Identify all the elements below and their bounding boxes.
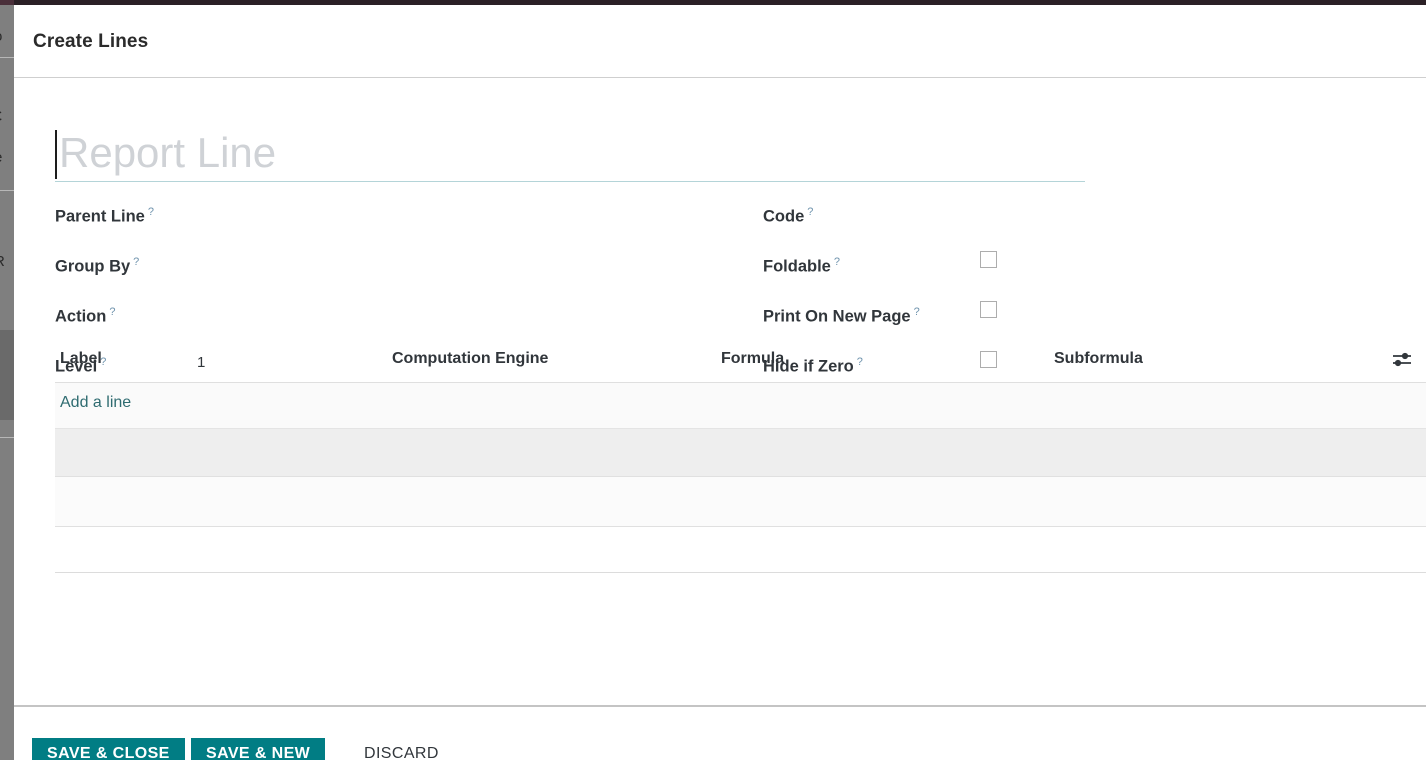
label-text: Group By	[55, 257, 131, 276]
backdrop-glyph-fragment: R	[0, 253, 5, 270]
report-line-name-input[interactable]: Report Line	[55, 126, 1085, 182]
discard-button[interactable]: DISCARD	[352, 738, 451, 760]
report-line-name-placeholder: Report Line	[59, 129, 277, 176]
field-label-code: Code?	[763, 201, 813, 228]
sliders-icon[interactable]	[1391, 349, 1413, 369]
field-code[interactable]: Code?	[763, 201, 1383, 251]
backdrop-divider	[0, 57, 14, 58]
field-label-print-on-new-page: Print On New Page?	[763, 301, 920, 328]
table-row[interactable]	[55, 477, 1426, 527]
label-text: Code	[763, 207, 805, 226]
help-icon[interactable]: ?	[133, 256, 139, 268]
column-header-computation-engine[interactable]: Computation Engine	[392, 350, 548, 368]
column-header-label[interactable]: Label	[60, 350, 102, 368]
add-a-line-link[interactable]: Add a line	[60, 394, 131, 412]
table-row	[55, 527, 1426, 573]
table-row[interactable]	[55, 429, 1426, 477]
label-text: Parent Line	[55, 207, 145, 226]
field-label-action: Action?	[55, 301, 115, 328]
backdrop-glyph-fragment: e	[0, 149, 2, 166]
help-icon[interactable]: ?	[834, 256, 840, 268]
dialog-footer: SAVE & CLOSE SAVE & NEW DISCARD	[14, 705, 1426, 760]
field-foldable[interactable]: Foldable?	[763, 251, 1383, 301]
text-caret	[55, 130, 57, 179]
create-lines-dialog: Create Lines Report Line Parent Line? Gr…	[14, 5, 1426, 760]
field-label-group-by: Group By?	[55, 251, 139, 278]
backdrop-divider	[0, 437, 14, 438]
field-label-parent-line: Parent Line?	[55, 201, 154, 228]
save-and-new-button[interactable]: SAVE & NEW	[191, 738, 326, 760]
label-text: Print On New Page	[763, 307, 911, 326]
help-icon[interactable]: ?	[148, 206, 154, 218]
top-bar-accent	[0, 0, 14, 5]
dialog-header: Create Lines	[14, 5, 1426, 78]
foldable-checkbox[interactable]	[980, 251, 997, 268]
dialog-body: Report Line Parent Line? Group By? Actio…	[14, 79, 1426, 705]
column-header-subformula[interactable]: Subformula	[1054, 350, 1143, 368]
backdrop-shade	[0, 330, 14, 420]
label-text: Action	[55, 307, 107, 326]
save-and-close-button[interactable]: SAVE & CLOSE	[32, 738, 185, 760]
backdrop-divider	[0, 190, 14, 191]
report-lines-table: Label Computation Engine Formula Subform…	[55, 340, 1426, 573]
label-text: Foldable	[763, 257, 831, 276]
backdrop-glyph-fragment: ε	[0, 105, 2, 126]
help-icon[interactable]: ?	[914, 306, 920, 318]
field-label-foldable: Foldable?	[763, 251, 840, 278]
print-on-new-page-checkbox[interactable]	[980, 301, 997, 318]
backdrop-glyph-fragment: li	[0, 292, 1, 309]
backdrop-page-strip: o ε e R li	[0, 0, 14, 760]
column-header-formula[interactable]: Formula	[721, 350, 784, 368]
add-a-line-row[interactable]: Add a line	[55, 383, 1426, 429]
dialog-title: Create Lines	[33, 31, 149, 52]
help-icon[interactable]: ?	[109, 306, 115, 318]
table-header-row: Label Computation Engine Formula Subform…	[55, 340, 1426, 383]
backdrop-glyph-fragment: o	[0, 28, 2, 45]
help-icon[interactable]: ?	[807, 206, 813, 218]
field-group-by[interactable]: Group By?	[55, 251, 675, 301]
field-parent-line[interactable]: Parent Line?	[55, 201, 675, 251]
